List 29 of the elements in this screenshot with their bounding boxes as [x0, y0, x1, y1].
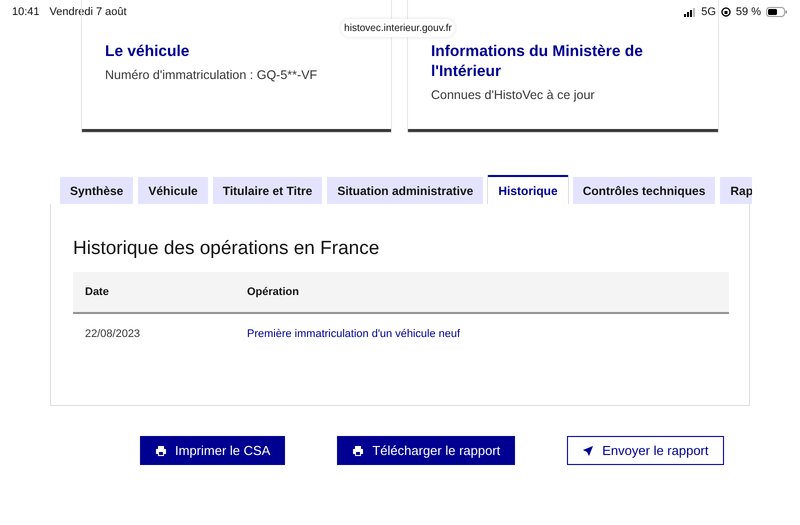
print-button[interactable]: Télécharger le rapport: [337, 436, 516, 465]
tab[interactable]: Historique: [488, 175, 568, 204]
clock: 10:41: [12, 6, 40, 18]
battery-icon: [766, 7, 788, 17]
table-cell: 22/08/2023: [73, 313, 235, 354]
tab[interactable]: Titulaire et Titre: [212, 177, 322, 204]
card-title: Informations du Ministère de l'Intérieur: [431, 42, 644, 82]
card-title: Le véhicule: [105, 42, 190, 62]
section-title: Historique des opérations en France: [73, 238, 380, 260]
card-text: Numéro d'immatriculation : GQ-5**-VF: [105, 68, 318, 82]
tab[interactable]: Situation administrative: [327, 177, 484, 204]
printer-icon: [155, 444, 167, 456]
address-bar[interactable]: histovec.interieur.gouv.fr: [341, 19, 455, 37]
signal-icon: [684, 8, 696, 16]
tab[interactable]: Véhicule: [138, 177, 208, 204]
operation-link[interactable]: Première immatriculation d'un véhicule neuf: [247, 328, 460, 340]
date: Vendredi 7 août: [50, 6, 127, 18]
send-icon: [582, 444, 594, 456]
print-button[interactable]: Imprimer le CSA: [140, 436, 286, 465]
tab[interactable]: Synthèse: [60, 177, 134, 204]
tab[interactable]: Contrôles techniques: [572, 177, 716, 204]
send-button[interactable]: Envoyer le rapport: [567, 436, 724, 465]
card-text: Connues d'HistoVec à ce jour: [431, 88, 596, 102]
battery-percentage: 59 %: [736, 6, 761, 18]
network-label: 5G: [701, 6, 716, 18]
printer-icon: [352, 444, 364, 456]
lock-rotation-icon: [720, 7, 731, 17]
column-header: Date: [73, 272, 235, 313]
column-header: Opération: [235, 272, 729, 313]
